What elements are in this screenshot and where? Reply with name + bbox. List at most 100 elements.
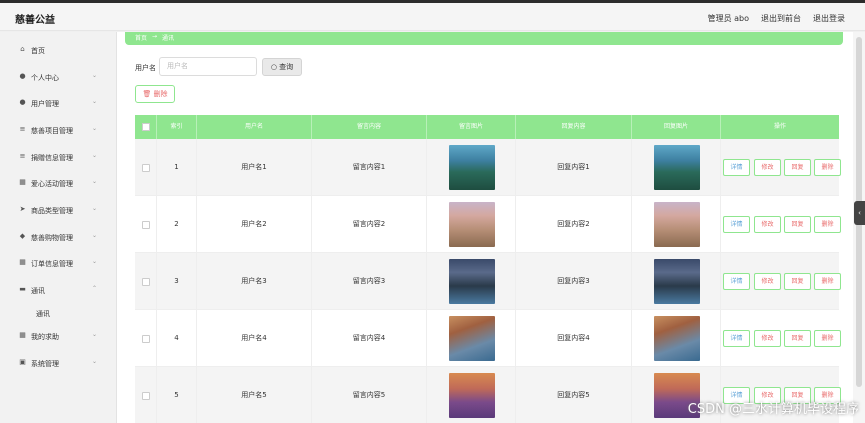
- message-image-cell: [427, 367, 516, 423]
- edit-button[interactable]: 修改: [754, 216, 781, 233]
- logout-link[interactable]: 退出登录: [813, 13, 845, 24]
- header-reply-image: 回复图片: [632, 115, 721, 139]
- breadcrumb-home[interactable]: 首页: [135, 33, 147, 42]
- username-cell: 用户名2: [197, 196, 312, 253]
- row-checkbox[interactable]: [142, 221, 150, 229]
- username-cell: 用户名3: [197, 253, 312, 310]
- sidebar-item-order-info[interactable]: ▦ 订单信息管理 ⌄: [0, 253, 117, 273]
- message-cell: 留言内容2: [312, 196, 427, 253]
- chat-icon: ▬: [19, 285, 26, 293]
- search-icon: ○: [270, 63, 277, 71]
- select-cell: [135, 139, 157, 196]
- actions-cell: 详情 修改 回复 删除: [715, 310, 841, 367]
- reply-button[interactable]: 回复: [784, 159, 811, 176]
- scrollbar[interactable]: [853, 32, 865, 423]
- river-canyon-image[interactable]: [449, 259, 495, 304]
- reply-image-cell: [632, 196, 721, 253]
- header-select-cell: [135, 115, 157, 139]
- detail-button[interactable]: 详情: [723, 159, 750, 176]
- grid-icon: ▦: [19, 331, 26, 339]
- sidebar-item-system[interactable]: ▣ 系统管理 ⌄: [0, 353, 117, 373]
- actions-cell: 详情 修改 回复 删除: [715, 253, 841, 310]
- breadcrumb: 首页 → 通讯: [125, 32, 843, 45]
- edit-button[interactable]: 修改: [754, 159, 781, 176]
- sidebar-item-home[interactable]: ⌂ 首页: [0, 40, 117, 60]
- search-button[interactable]: ○ 查询: [262, 58, 302, 76]
- rainbow-path-image[interactable]: [449, 202, 495, 247]
- sidebar-item-label: 首页: [31, 47, 45, 55]
- sidebar-item-label: 通讯: [31, 287, 45, 295]
- reply-image-cell: [632, 253, 721, 310]
- main-content: 首页 → 通讯 用户名 用户名 ○ 查询 🗑 删除 索引 用户名 留言内容 留言…: [117, 32, 853, 423]
- message-image-cell: [427, 196, 516, 253]
- sidebar-subitem-messages[interactable]: 通讯: [36, 309, 50, 319]
- delete-button[interactable]: 删除: [814, 330, 841, 347]
- reply-button[interactable]: 回复: [784, 330, 811, 347]
- sidebar-item-label: 订单信息管理: [31, 260, 73, 268]
- cliff-village-image[interactable]: [654, 316, 700, 361]
- sidebar-item-label: 慈善项目管理: [31, 127, 73, 135]
- chevron-down-icon: ⌄: [92, 232, 98, 239]
- bulk-delete-button[interactable]: 🗑 删除: [135, 85, 175, 103]
- sidebar-item-personal-center[interactable]: ● 个人中心 ⌄: [0, 67, 117, 87]
- row-checkbox[interactable]: [142, 278, 150, 286]
- lavender-sunset-image[interactable]: [449, 373, 495, 418]
- grid-icon: ▦: [19, 178, 26, 186]
- sidebar-item-label: 慈善购物管理: [31, 234, 73, 242]
- back-to-front-link[interactable]: 退出到前台: [761, 13, 801, 24]
- sidebar-item-label: 用户管理: [31, 100, 59, 108]
- sidebar-item-messages[interactable]: ▬ 通讯 ⌃: [0, 280, 117, 300]
- header-username: 用户名: [197, 115, 312, 139]
- reply-button[interactable]: 回复: [784, 273, 811, 290]
- sidebar-item-donation-info[interactable]: ≡ 捐赠信息管理 ⌄: [0, 147, 117, 167]
- select-all-checkbox[interactable]: [142, 123, 150, 131]
- table-row: 4 用户名4 留言内容4 回复内容4 详情 修改 回复 删除: [135, 310, 841, 367]
- sidebar: ⌂ 首页 ● 个人中心 ⌄ ● 用户管理 ⌄ ≡ 慈善项目管理 ⌄ ≡ 捐赠信息…: [0, 32, 117, 423]
- river-canyon-image[interactable]: [654, 259, 700, 304]
- reply-cell: 回复内容4: [516, 310, 632, 367]
- breadcrumb-current: 通讯: [162, 35, 175, 42]
- index-cell: 4: [157, 310, 197, 367]
- row-checkbox[interactable]: [142, 164, 150, 172]
- sidebar-item-product-types[interactable]: ➤ 商品类型管理 ⌄: [0, 200, 117, 220]
- reply-button[interactable]: 回复: [784, 216, 811, 233]
- message-image-cell: [427, 253, 516, 310]
- cliff-village-image[interactable]: [449, 316, 495, 361]
- chevron-left-icon: ‹: [858, 209, 861, 217]
- row-checkbox[interactable]: [142, 392, 150, 400]
- rainbow-path-image[interactable]: [654, 202, 700, 247]
- lake-mountain-image[interactable]: [654, 145, 700, 190]
- chevron-down-icon: ⌄: [92, 72, 98, 79]
- detail-button[interactable]: 详情: [723, 273, 750, 290]
- message-cell: 留言内容3: [312, 253, 427, 310]
- reply-image-cell: [632, 139, 721, 196]
- sidebar-item-love-activities[interactable]: ▦ 爱心活动管理 ⌄: [0, 173, 117, 193]
- detail-button[interactable]: 详情: [723, 330, 750, 347]
- sidebar-item-label: 捐赠信息管理: [31, 154, 73, 162]
- bulk-delete-label: 删除: [153, 90, 168, 98]
- select-cell: [135, 196, 157, 253]
- paper-plane-icon: ➤: [19, 205, 26, 213]
- edit-button[interactable]: 修改: [754, 273, 781, 290]
- side-toggle-tab[interactable]: ‹: [854, 201, 865, 225]
- delete-button[interactable]: 删除: [814, 216, 841, 233]
- sidebar-item-charity-shopping[interactable]: ◆ 慈善购物管理 ⌄: [0, 227, 117, 247]
- delete-button[interactable]: 删除: [814, 273, 841, 290]
- table-row: 1 用户名1 留言内容1 回复内容1 详情 修改 回复 删除: [135, 139, 841, 196]
- search-input[interactable]: 用户名: [159, 57, 257, 76]
- list-icon: ≡: [19, 125, 26, 133]
- sidebar-item-user-management[interactable]: ● 用户管理 ⌄: [0, 93, 117, 113]
- edit-button[interactable]: 修改: [754, 330, 781, 347]
- lake-mountain-image[interactable]: [449, 145, 495, 190]
- detail-button[interactable]: 详情: [723, 216, 750, 233]
- delete-button[interactable]: 删除: [814, 159, 841, 176]
- select-cell: [135, 367, 157, 423]
- header-actions: 操作: [773, 123, 786, 130]
- sidebar-item-my-help[interactable]: ▦ 我的求助 ⌄: [0, 326, 117, 346]
- search-button-label: 查询: [279, 63, 294, 71]
- sidebar-item-charity-projects[interactable]: ≡ 慈善项目管理 ⌄: [0, 120, 117, 140]
- table-header: 索引 用户名 留言内容 留言图片 回复内容 回复图片 操作: [135, 115, 839, 139]
- header-message: 留言内容: [312, 115, 427, 139]
- row-checkbox[interactable]: [142, 335, 150, 343]
- chevron-down-icon: ⌄: [92, 178, 98, 185]
